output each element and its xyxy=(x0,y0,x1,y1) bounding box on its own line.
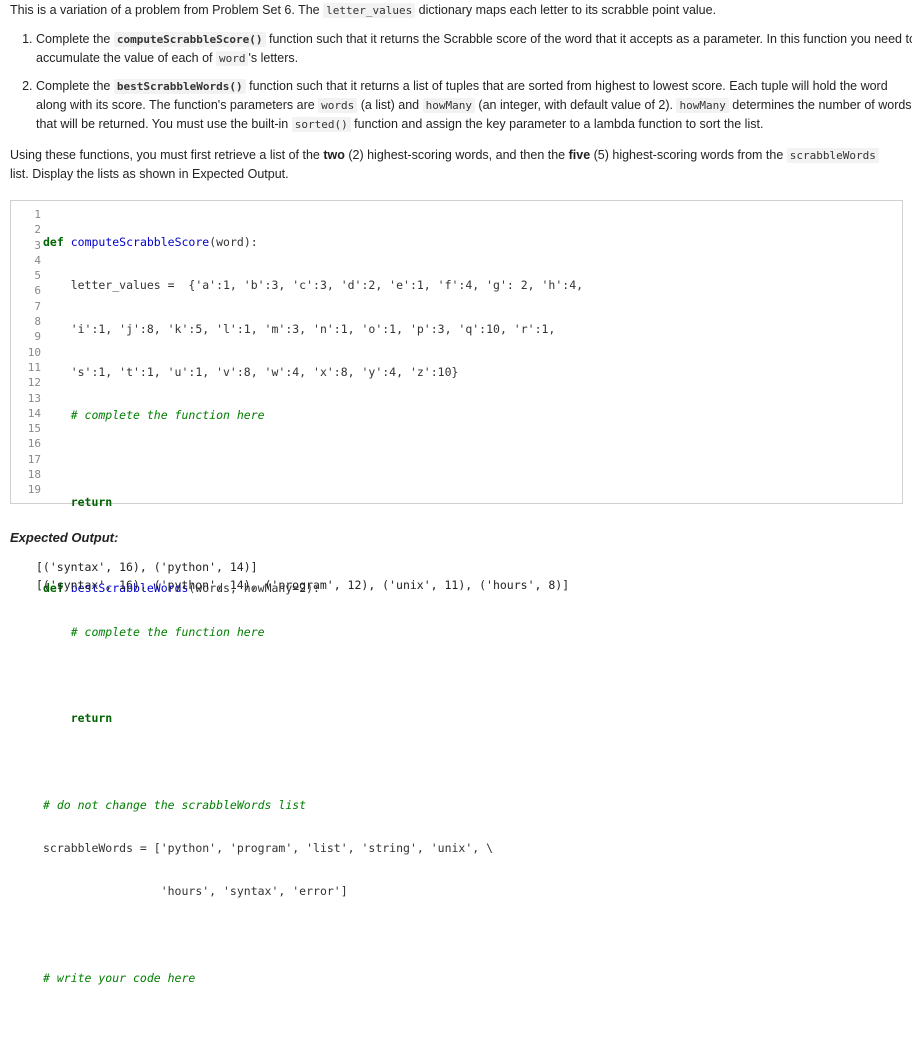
line-number-gutter: 1 2 3 4 5 6 7 8 9 10 11 12 13 14 15 16 1… xyxy=(11,207,41,498)
inline-code: bestScrabbleWords() xyxy=(113,79,246,94)
intro-paragraph: This is a variation of a problem from Pr… xyxy=(10,1,900,20)
line-number: 1 xyxy=(34,208,41,221)
code-editor[interactable]: 1 2 3 4 5 6 7 8 9 10 11 12 13 14 15 16 1… xyxy=(10,200,903,985)
line-number: 3 xyxy=(34,238,41,252)
line-number: 17 xyxy=(27,452,41,466)
inline-code: word xyxy=(215,51,249,66)
inline-code: scrabbleWords xyxy=(786,148,879,163)
output-line: [('syntax', 16), ('python', 14)] xyxy=(36,560,258,574)
output-line: [('syntax', 16), ('python', 14), ('progr… xyxy=(36,578,570,592)
line-number: 7 xyxy=(34,299,41,313)
code-line: 's':1, 't':1, 'u':1, 'v':8, 'w':4, 'x':8… xyxy=(43,364,459,379)
line-number: 4 xyxy=(34,253,41,267)
line-number: 11 xyxy=(27,360,41,374)
task-item-2: Complete the bestScrabbleWords() functio… xyxy=(36,77,912,134)
line-number: 18 xyxy=(27,468,41,482)
task-list: Complete the computeScrabbleScore() func… xyxy=(10,30,912,143)
line-number: 14 xyxy=(27,406,41,420)
line-number: 16 xyxy=(27,437,41,451)
line-number: 15 xyxy=(27,422,41,436)
line-number: 6 xyxy=(34,284,41,298)
code-line: 'hours', 'syntax', 'error'] xyxy=(43,884,348,899)
inline-code: sorted() xyxy=(291,117,351,132)
code-line: def computeScrabbleScore(word): xyxy=(43,235,258,249)
inline-code: computeScrabbleScore() xyxy=(113,32,266,47)
intro-text: This is a variation of a problem from Pr… xyxy=(10,3,324,17)
inline-code: howMany xyxy=(676,98,729,113)
code-line: 'i':1, 'j':8, 'k':5, 'l':1, 'm':3, 'n':1… xyxy=(43,321,556,336)
line-number: 2 xyxy=(34,223,41,237)
line-number: 8 xyxy=(34,315,41,329)
expected-output-heading: Expected Output: xyxy=(10,530,119,545)
task-item-1: Complete the computeScrabbleScore() func… xyxy=(36,30,912,68)
code-line: scrabbleWords = ['python', 'program', 'l… xyxy=(43,841,494,856)
inline-code: howMany xyxy=(422,98,475,113)
line-number: 13 xyxy=(27,391,41,405)
page: This is a variation of a problem from Pr… xyxy=(0,0,912,985)
code-line: # do not change the scrabbleWords list xyxy=(43,797,307,812)
line-number: 10 xyxy=(27,345,41,359)
code-line: # write your code here xyxy=(43,971,196,986)
code-line: # complete the function here xyxy=(43,624,265,639)
code-line: letter_values = {'a':1, 'b':3, 'c':3, 'd… xyxy=(43,278,584,293)
code-lines: def computeScrabbleScore(word): letter_v… xyxy=(43,207,898,1058)
expected-output: [('syntax', 16), ('python', 14)] [('synt… xyxy=(36,558,569,594)
line-number: 12 xyxy=(27,376,41,390)
code-line: # complete the function here xyxy=(43,408,265,423)
inline-code: words xyxy=(318,98,358,113)
instructions-paragraph: Using these functions, you must first re… xyxy=(10,146,900,183)
intro-text: dictionary maps each letter to its scrab… xyxy=(415,3,717,17)
code-line: return xyxy=(43,711,113,726)
code-line: return xyxy=(43,494,113,509)
line-number: 5 xyxy=(34,269,41,283)
line-number: 19 xyxy=(27,483,41,497)
inline-code: letter_values xyxy=(323,3,416,18)
line-number: 9 xyxy=(34,330,41,344)
